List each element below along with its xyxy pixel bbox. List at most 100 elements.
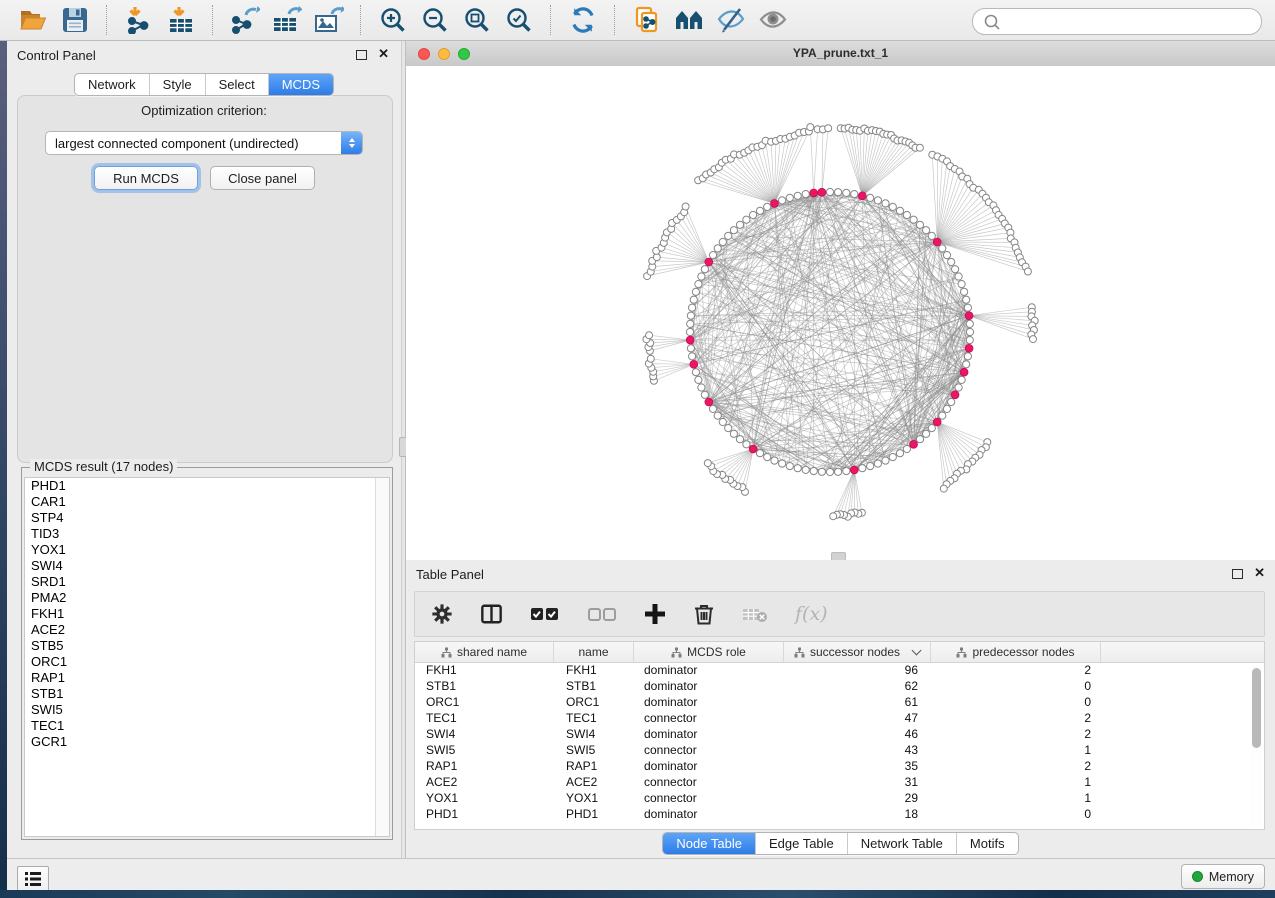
list-scrollbar[interactable] bbox=[375, 478, 389, 836]
mcds-result-node[interactable]: STB1 bbox=[25, 686, 389, 702]
network-window-titlebar[interactable]: YPA_prune.txt_1 bbox=[406, 41, 1275, 67]
export-network-icon[interactable] bbox=[228, 4, 262, 36]
table-row[interactable]: ORC1ORC1dominator610 bbox=[415, 694, 1264, 710]
tab-motifs[interactable]: Motifs bbox=[956, 833, 1018, 854]
mcds-result-node[interactable]: YOX1 bbox=[25, 542, 389, 558]
clone-network-icon[interactable] bbox=[630, 4, 664, 36]
mcds-result-node[interactable]: STP4 bbox=[25, 510, 389, 526]
table-row[interactable]: ACE2ACE2connector311 bbox=[415, 774, 1264, 790]
mcds-result-node[interactable]: PHD1 bbox=[25, 478, 389, 494]
show-graphics-details-icon[interactable] bbox=[756, 4, 790, 36]
zoom-out-icon[interactable] bbox=[418, 4, 452, 36]
float-panel-icon[interactable] bbox=[1232, 569, 1243, 579]
table-row[interactable]: PHD1PHD1dominator180 bbox=[415, 806, 1264, 822]
zoom-selected-icon[interactable] bbox=[502, 4, 536, 36]
search-field[interactable] bbox=[972, 8, 1262, 35]
cell-successor-nodes: 29 bbox=[784, 790, 931, 806]
column-header-name[interactable]: name bbox=[554, 642, 634, 662]
toolbar-separator bbox=[212, 5, 214, 35]
run-mcds-button[interactable]: Run MCDS bbox=[94, 166, 198, 190]
mcds-result-node[interactable]: TEC1 bbox=[25, 718, 389, 734]
deselect-all-icon[interactable] bbox=[587, 605, 617, 623]
mcds-result-node[interactable]: SWI4 bbox=[25, 558, 389, 574]
column-settings-gear-icon[interactable] bbox=[431, 603, 453, 625]
table-row[interactable]: SWI5SWI5connector431 bbox=[415, 742, 1264, 758]
close-panel-icon[interactable]: ✕ bbox=[1254, 566, 1265, 580]
export-table-icon[interactable] bbox=[270, 4, 304, 36]
hide-graphics-details-icon[interactable] bbox=[714, 4, 748, 36]
table-scrollbar-thumb[interactable] bbox=[1252, 668, 1261, 748]
selected-option: largest connected component (undirected) bbox=[55, 136, 299, 151]
delete-column-icon[interactable] bbox=[693, 602, 715, 626]
close-panel-button[interactable]: Close panel bbox=[210, 166, 315, 190]
cell-shared-name: ORC1 bbox=[415, 694, 554, 710]
table-header-row: shared namenameMCDS rolesuccessor nodesp… bbox=[415, 642, 1264, 663]
cell-successor-nodes: 46 bbox=[784, 726, 931, 742]
tab-edge-table[interactable]: Edge Table bbox=[755, 833, 847, 854]
network-canvas[interactable] bbox=[406, 66, 1275, 560]
cell-predecessor-nodes: 0 bbox=[931, 806, 1101, 822]
mcds-result-node[interactable]: STB5 bbox=[25, 638, 389, 654]
mcds-result-node[interactable]: CAR1 bbox=[25, 494, 389, 510]
select-all-icon[interactable] bbox=[530, 605, 560, 623]
create-column-icon[interactable] bbox=[644, 603, 666, 625]
float-panel-icon[interactable] bbox=[356, 50, 367, 60]
mcds-result-node[interactable]: SWI5 bbox=[25, 702, 389, 718]
tab-network-table[interactable]: Network Table bbox=[847, 833, 956, 854]
cell-successor-nodes: 62 bbox=[784, 678, 931, 694]
table-scrollbar[interactable] bbox=[1251, 666, 1262, 826]
search-input[interactable] bbox=[1007, 11, 1261, 33]
mcds-result-node[interactable]: ACE2 bbox=[25, 622, 389, 638]
mcds-result-node[interactable]: RAP1 bbox=[25, 670, 389, 686]
export-image-icon[interactable] bbox=[312, 4, 346, 36]
control-panel-tabs: NetworkStyleSelectMCDS bbox=[74, 73, 334, 96]
column-header-successor-nodes[interactable]: successor nodes bbox=[784, 642, 931, 662]
network-graph[interactable] bbox=[406, 66, 1275, 560]
tab-network[interactable]: Network bbox=[75, 74, 149, 95]
mcds-result-node[interactable]: PMA2 bbox=[25, 590, 389, 606]
save-session-icon[interactable] bbox=[58, 4, 92, 36]
cell-MCDS-role: connector bbox=[634, 710, 784, 726]
cell-successor-nodes: 43 bbox=[784, 742, 931, 758]
table-row[interactable]: FKH1FKH1dominator962 bbox=[415, 662, 1264, 678]
mcds-result-list[interactable]: PHD1CAR1STP4TID3YOX1SWI4SRD1PMA2FKH1ACE2… bbox=[24, 477, 390, 837]
apply-layout-icon[interactable] bbox=[566, 4, 600, 36]
import-table-icon[interactable] bbox=[164, 4, 198, 36]
mcds-result-node[interactable]: ORC1 bbox=[25, 654, 389, 670]
tab-select[interactable]: Select bbox=[205, 74, 268, 95]
import-network-icon[interactable] bbox=[122, 4, 156, 36]
zoom-in-icon[interactable] bbox=[376, 4, 410, 36]
cell-name: ORC1 bbox=[554, 694, 634, 710]
cell-successor-nodes: 35 bbox=[784, 758, 931, 774]
mcds-result-node[interactable]: SRD1 bbox=[25, 574, 389, 590]
mcds-result-node[interactable]: GCR1 bbox=[25, 734, 389, 750]
mcds-result-node[interactable]: TID3 bbox=[25, 526, 389, 542]
column-header-predecessor-nodes[interactable]: predecessor nodes bbox=[931, 642, 1101, 662]
tab-style[interactable]: Style bbox=[149, 74, 205, 95]
close-panel-icon[interactable]: ✕ bbox=[378, 47, 389, 61]
table-panel-title: Table Panel bbox=[416, 567, 484, 582]
mcds-result-node[interactable]: FKH1 bbox=[25, 606, 389, 622]
column-header-shared-name[interactable]: shared name bbox=[415, 642, 554, 662]
tab-node-table[interactable]: Node Table bbox=[663, 833, 755, 854]
table-row[interactable]: RAP1RAP1dominator352 bbox=[415, 758, 1264, 774]
table-row[interactable]: TEC1TEC1connector472 bbox=[415, 710, 1264, 726]
toolbar-separator bbox=[550, 5, 552, 35]
show-column-panel-icon[interactable] bbox=[480, 603, 503, 625]
first-neighbors-icon[interactable] bbox=[672, 4, 706, 36]
cell-MCDS-role: dominator bbox=[634, 662, 784, 678]
tab-mcds[interactable]: MCDS bbox=[268, 74, 333, 95]
task-history-button[interactable] bbox=[17, 866, 49, 892]
cell-MCDS-role: connector bbox=[634, 774, 784, 790]
cell-MCDS-role: connector bbox=[634, 790, 784, 806]
zoom-fit-icon[interactable] bbox=[460, 4, 494, 36]
table-row[interactable]: STB1STB1dominator620 bbox=[415, 678, 1264, 694]
open-file-icon[interactable] bbox=[16, 4, 50, 36]
cell-predecessor-nodes: 2 bbox=[931, 758, 1101, 774]
memory-button[interactable]: Memory bbox=[1181, 864, 1265, 889]
table-row[interactable]: YOX1YOX1connector291 bbox=[415, 790, 1264, 806]
column-header-MCDS-role[interactable]: MCDS role bbox=[634, 642, 784, 662]
optimization-criterion-label: Optimization criterion: bbox=[7, 103, 401, 118]
table-row[interactable]: SWI4SWI4dominator462 bbox=[415, 726, 1264, 742]
optimization-criterion-select[interactable]: largest connected component (undirected) bbox=[45, 131, 363, 155]
